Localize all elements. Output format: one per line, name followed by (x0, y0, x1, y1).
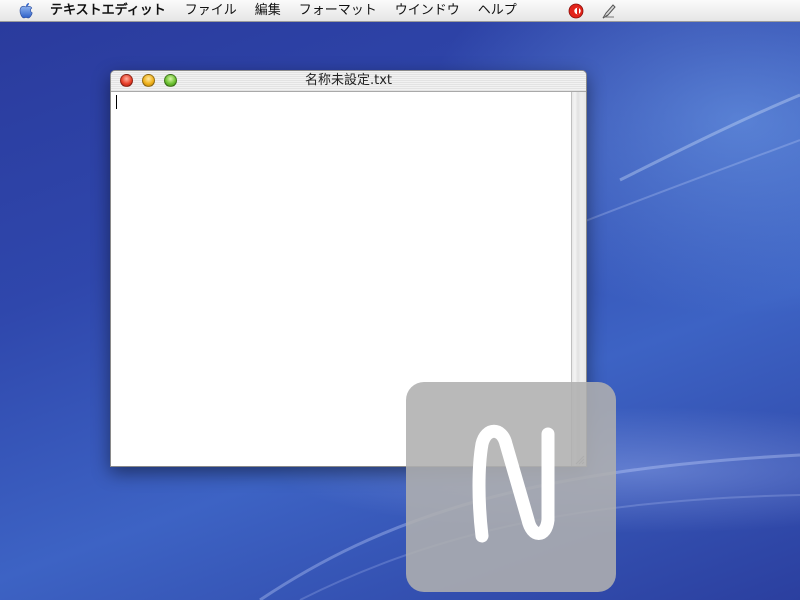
menu-format[interactable]: フォーマット (290, 0, 386, 22)
input-method-hud (406, 382, 616, 592)
menu-window[interactable]: ウインドウ (386, 0, 469, 22)
menu-edit[interactable]: 編集 (246, 0, 290, 22)
menu-help[interactable]: ヘルプ (469, 0, 526, 22)
menu-bar: テキストエディット ファイル 編集 フォーマット ウインドウ ヘルプ (0, 0, 800, 22)
window-title: 名称未設定.txt (304, 73, 393, 88)
status-a-icon[interactable] (567, 2, 585, 24)
apple-icon[interactable] (18, 1, 36, 21)
menu-app-textedit[interactable]: テキストエディット (50, 0, 176, 22)
menu-file[interactable]: ファイル (176, 0, 246, 22)
text-caret (116, 95, 117, 109)
hud-glyph-n (472, 424, 555, 543)
window-titlebar[interactable]: 名称未設定.txt (111, 71, 586, 92)
script-pen-icon[interactable] (600, 2, 618, 24)
